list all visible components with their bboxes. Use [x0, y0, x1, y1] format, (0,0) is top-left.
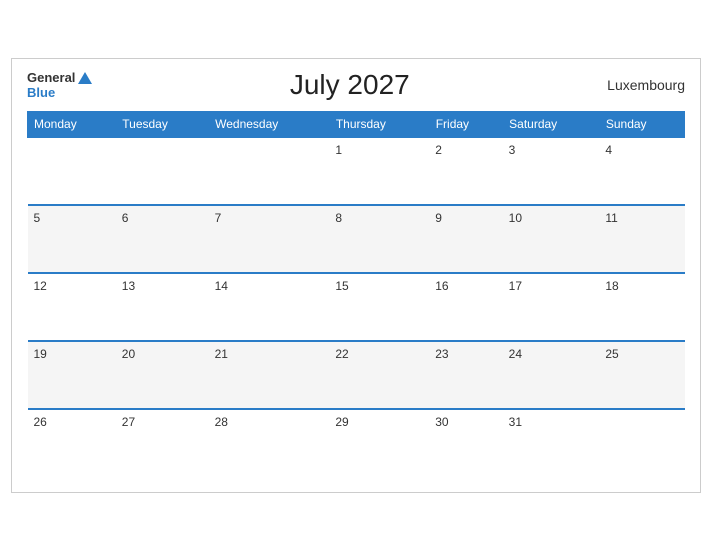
day-header-wednesday: Wednesday	[209, 111, 330, 137]
week-row-0: 1234	[28, 137, 685, 205]
logo-general-text: General	[27, 70, 92, 86]
calendar-header: General Blue July 2027 Luxembourg	[27, 69, 685, 101]
calendar-cell: 20	[116, 341, 209, 409]
day-header-row: MondayTuesdayWednesdayThursdayFridaySatu…	[28, 111, 685, 137]
calendar-cell: 29	[329, 409, 429, 477]
calendar-cell	[599, 409, 684, 477]
calendar-cell: 11	[599, 205, 684, 273]
week-row-2: 12131415161718	[28, 273, 685, 341]
calendar-cell	[116, 137, 209, 205]
calendar-cell: 18	[599, 273, 684, 341]
calendar-cell: 7	[209, 205, 330, 273]
day-header-monday: Monday	[28, 111, 116, 137]
calendar-cell: 2	[429, 137, 502, 205]
calendar-cell: 17	[503, 273, 600, 341]
calendar-grid: MondayTuesdayWednesdayThursdayFridaySatu…	[27, 111, 685, 477]
week-row-1: 567891011	[28, 205, 685, 273]
calendar-cell: 23	[429, 341, 502, 409]
calendar-cell: 27	[116, 409, 209, 477]
calendar-cell: 8	[329, 205, 429, 273]
logo: General Blue	[27, 70, 92, 99]
calendar-cell: 12	[28, 273, 116, 341]
day-header-tuesday: Tuesday	[116, 111, 209, 137]
calendar-cell: 9	[429, 205, 502, 273]
calendar-cell: 16	[429, 273, 502, 341]
calendar-cell: 4	[599, 137, 684, 205]
calendar-cell: 15	[329, 273, 429, 341]
calendar-cell: 21	[209, 341, 330, 409]
calendar-cell: 14	[209, 273, 330, 341]
calendar-cell: 5	[28, 205, 116, 273]
day-header-saturday: Saturday	[503, 111, 600, 137]
day-header-sunday: Sunday	[599, 111, 684, 137]
logo-blue-text: Blue	[27, 86, 92, 99]
week-row-3: 19202122232425	[28, 341, 685, 409]
calendar-cell	[28, 137, 116, 205]
calendar-cell: 28	[209, 409, 330, 477]
calendar-cell: 6	[116, 205, 209, 273]
calendar-cell: 22	[329, 341, 429, 409]
calendar-cell: 26	[28, 409, 116, 477]
calendar-cell: 1	[329, 137, 429, 205]
calendar-cell	[209, 137, 330, 205]
week-row-4: 262728293031	[28, 409, 685, 477]
day-header-friday: Friday	[429, 111, 502, 137]
day-header-thursday: Thursday	[329, 111, 429, 137]
calendar-cell: 13	[116, 273, 209, 341]
logo-triangle-icon	[78, 72, 92, 84]
calendar-cell: 3	[503, 137, 600, 205]
calendar-cell: 30	[429, 409, 502, 477]
month-title: July 2027	[290, 69, 410, 101]
calendar-cell: 19	[28, 341, 116, 409]
calendar-cell: 10	[503, 205, 600, 273]
calendar-cell: 25	[599, 341, 684, 409]
country-label: Luxembourg	[607, 77, 685, 93]
calendar-cell: 24	[503, 341, 600, 409]
calendar-cell: 31	[503, 409, 600, 477]
calendar-container: General Blue July 2027 Luxembourg Monday…	[11, 58, 701, 493]
